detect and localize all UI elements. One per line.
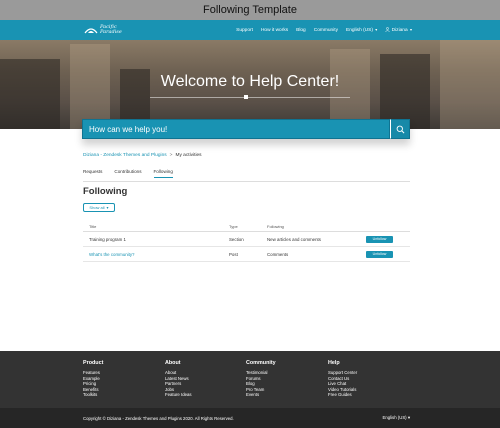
search-icon xyxy=(396,125,404,133)
footer-language-dropdown[interactable]: English (US) ▾ xyxy=(383,415,411,421)
breadcrumb-link-home[interactable]: Diziana - Zendesk Themes and Plugins xyxy=(83,153,167,158)
chevron-down-icon: ▾ xyxy=(375,27,378,32)
nav-link-support[interactable]: Support xyxy=(236,28,253,33)
search-button[interactable] xyxy=(390,119,410,139)
nav-link-blog[interactable]: Blog xyxy=(296,28,306,33)
footer-language-label: English (US) xyxy=(382,415,407,420)
tabs-divider xyxy=(83,181,410,182)
user-menu[interactable]: Diziana ▾ xyxy=(385,27,412,33)
tab-contributions[interactable]: Contributions xyxy=(114,169,141,178)
copyright-text: Copyright © Diziana - Zendesk Themes and… xyxy=(83,415,234,421)
unfollow-button[interactable]: Unfollow xyxy=(366,250,393,258)
show-all-dropdown[interactable]: Show all ▾ xyxy=(83,203,115,212)
breadcrumb: Diziana - Zendesk Themes and Plugins > M… xyxy=(83,153,202,158)
chevron-down-icon: ▾ xyxy=(106,205,109,210)
footer-link[interactable]: Support Center xyxy=(328,370,357,376)
footer-column-help: Help Support Center Contact Us Live Chat… xyxy=(328,360,357,398)
table-row: What's the community? Post Comments Unfo… xyxy=(83,247,410,262)
footer-link[interactable]: Events xyxy=(246,392,276,398)
hero-building-shape xyxy=(380,54,430,129)
tab-following[interactable]: Following xyxy=(153,169,173,178)
top-navbar: Pacific Paradise Support How it works Bl… xyxy=(0,20,500,40)
column-header-type: Type xyxy=(229,224,238,229)
column-header-title: Title xyxy=(89,224,97,229)
footer-link[interactable]: Toolkits xyxy=(83,392,103,398)
unfollow-button[interactable]: Unfollow xyxy=(366,235,393,243)
hero-building-shape xyxy=(0,59,60,129)
logo-text-bottom: Paradise xyxy=(100,29,122,35)
footer: Product Features Example Pricing Benefit… xyxy=(0,351,500,408)
hero-title: Welcome to Help Center! xyxy=(160,73,340,90)
table-row: Training program 1 Section New articles … xyxy=(83,232,410,247)
hero-banner: Welcome to Help Center! xyxy=(0,40,500,129)
footer-link[interactable]: Free Guides xyxy=(328,392,357,398)
table-header: Title Type Following xyxy=(83,222,410,232)
search-bar: How can we help you! xyxy=(82,119,410,139)
tab-requests[interactable]: Requests xyxy=(83,169,102,178)
user-name: Diziana xyxy=(391,28,408,33)
breadcrumb-separator: > xyxy=(169,153,173,158)
logo-icon xyxy=(84,28,98,34)
chevron-down-icon: ▾ xyxy=(407,415,410,420)
brand-logo[interactable]: Pacific Paradise xyxy=(84,25,122,35)
row-title: Training program 1 xyxy=(89,236,126,242)
nav-links: Support How it works Blog Community Engl… xyxy=(236,27,412,33)
column-header-following: Following xyxy=(267,224,284,229)
footer-heading: Product xyxy=(83,360,104,366)
hero-divider xyxy=(150,97,350,98)
page-title: Following xyxy=(83,186,128,197)
row-following: Comments xyxy=(267,251,289,257)
search-input[interactable]: How can we help you! xyxy=(82,119,390,139)
footer-heading: Community xyxy=(246,360,276,366)
nav-link-community[interactable]: Community xyxy=(314,28,338,33)
chevron-down-icon: ▾ xyxy=(409,27,412,32)
footer-bottom-bar: Copyright © Diziana - Zendesk Themes and… xyxy=(0,408,500,428)
hero-divider-dot xyxy=(244,95,248,99)
footer-heading: About xyxy=(165,360,181,366)
footer-column-community: Community Testimonial Forums Blog Pro Te… xyxy=(246,360,276,398)
activity-tabs: Requests Contributions Following xyxy=(83,169,173,178)
row-type: Post xyxy=(229,251,238,257)
footer-column-about: About About Latest News Partners Jobs Fe… xyxy=(165,360,192,398)
following-table: Title Type Following Training program 1 … xyxy=(83,222,410,262)
language-label: English (US) xyxy=(346,28,373,33)
footer-link[interactable]: Feature Ideas xyxy=(165,392,192,398)
breadcrumb-current: My activities xyxy=(175,153,202,158)
language-dropdown[interactable]: English (US) ▾ xyxy=(346,27,377,33)
row-following: New articles and comments xyxy=(267,236,321,242)
footer-column-product: Product Features Example Pricing Benefit… xyxy=(83,360,103,398)
show-all-label: Show all xyxy=(89,205,105,210)
user-icon xyxy=(385,27,391,33)
row-type: Section xyxy=(229,236,244,242)
footer-heading: Help xyxy=(328,360,340,366)
row-title-link[interactable]: What's the community? xyxy=(83,252,229,257)
window-title-bar: Following Template xyxy=(0,0,500,20)
nav-link-how-it-works[interactable]: How it works xyxy=(261,28,288,33)
window-title: Following Template xyxy=(203,4,297,16)
